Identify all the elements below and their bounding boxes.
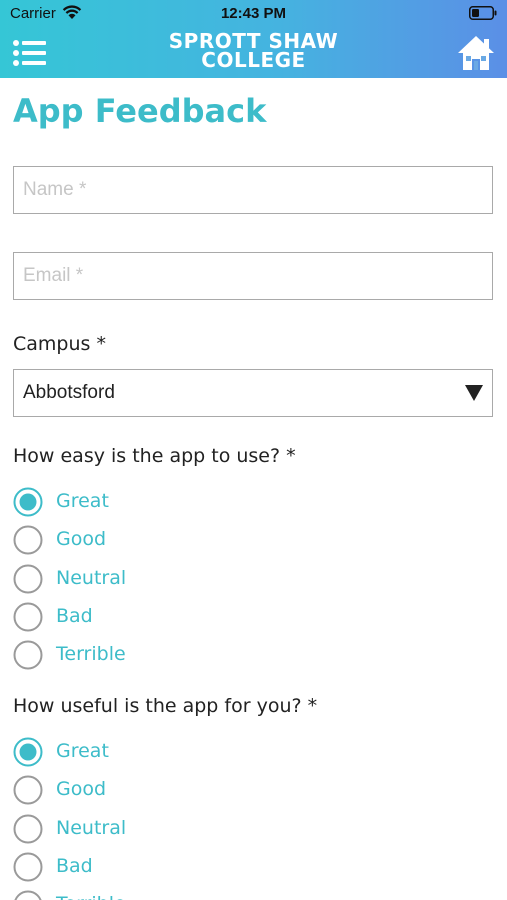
app-header: Carrier 12:43 PM SPROTT SHAW COLLEGE (0, 0, 507, 78)
radio-unchecked-icon[interactable] (13, 564, 43, 594)
radio-option-label: Great (56, 740, 109, 762)
email-field[interactable] (13, 252, 493, 300)
radio-option-label: Great (56, 490, 109, 512)
radio-unchecked-icon[interactable] (13, 602, 43, 632)
app-screen: Carrier 12:43 PM SPROTT SHAW COLLEGE App… (0, 0, 507, 900)
radio-option[interactable]: Bad (13, 601, 313, 633)
battery-icon (469, 6, 497, 20)
question-ease-of-use: How easy is the app to use? * (13, 445, 296, 467)
radio-option-label: Good (56, 528, 107, 551)
radio-option-label: Bad (56, 854, 93, 877)
radio-option[interactable]: Terrible (13, 639, 313, 671)
campus-label: Campus * (13, 333, 106, 355)
dropdown-arrow-icon (465, 385, 483, 401)
radio-checked-icon[interactable] (13, 737, 43, 767)
radio-unchecked-icon[interactable] (13, 525, 43, 555)
radio-unchecked-icon[interactable] (13, 890, 43, 900)
radio-option[interactable]: Good (13, 774, 313, 806)
home-icon[interactable] (457, 34, 495, 72)
radio-option-label: Neutral (56, 566, 127, 589)
radio-unchecked-icon[interactable] (13, 852, 43, 882)
radio-option-label: Neutral (56, 816, 127, 839)
logo-line-2: COLLEGE (201, 48, 306, 72)
radio-option[interactable]: Terrible (13, 889, 313, 900)
radio-option-label: Bad (56, 604, 93, 627)
radio-option[interactable]: Great (13, 486, 313, 518)
radio-option[interactable]: Neutral (13, 563, 313, 595)
campus-select[interactable]: Abbotsford (13, 369, 493, 417)
radio-unchecked-icon[interactable] (13, 814, 43, 844)
radio-checked-icon[interactable] (13, 487, 43, 517)
radio-option[interactable]: Neutral (13, 813, 313, 845)
question-usefulness: How useful is the app for you? * (13, 695, 318, 717)
radio-option[interactable]: Bad (13, 851, 313, 883)
radio-option-label: Terrible (56, 643, 126, 666)
radio-option[interactable]: Good (13, 524, 313, 556)
radio-unchecked-icon[interactable] (13, 775, 43, 805)
radio-option-label: Terrible (56, 893, 126, 900)
radio-option[interactable]: Great (13, 736, 313, 768)
radio-unchecked-icon[interactable] (13, 640, 43, 670)
page-title: App Feedback (13, 92, 267, 130)
name-field[interactable] (13, 166, 493, 214)
status-time: 12:43 PM (220, 5, 287, 22)
radio-option-label: Good (56, 778, 107, 801)
status-bar: Carrier 12:43 PM (0, 0, 507, 28)
campus-selected-value: Abbotsford (23, 382, 115, 403)
college-logo: SPROTT SHAW COLLEGE (0, 31, 507, 72)
